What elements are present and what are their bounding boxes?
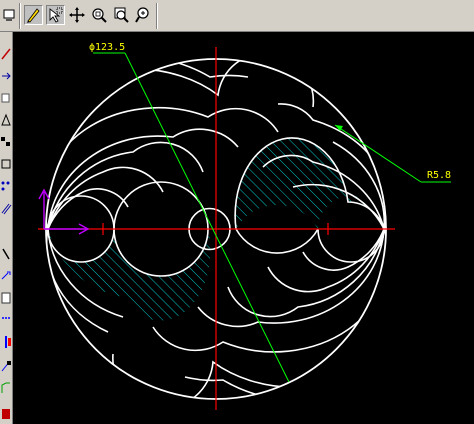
pencil-tool-button[interactable]	[24, 5, 43, 25]
stretch-tool-icon[interactable]	[0, 334, 12, 348]
zoom-window-icon	[92, 8, 107, 23]
grid-tool-icon[interactable]	[0, 134, 12, 148]
left-toolbar	[0, 32, 13, 424]
measure-tool-icon[interactable]	[0, 246, 12, 260]
page-tool-icon[interactable]	[0, 290, 12, 304]
explode-tool-icon[interactable]	[0, 406, 12, 420]
zoom-previous-icon	[114, 7, 129, 23]
move-tool-icon[interactable]	[0, 268, 12, 282]
zoom-realtime-button[interactable]	[134, 5, 153, 25]
select-tool-icon	[49, 7, 63, 23]
radius-label: R5.8	[427, 170, 451, 181]
top-toolbar	[0, 0, 474, 32]
toolbar-separator	[156, 3, 158, 29]
break-tool-icon[interactable]	[0, 358, 12, 372]
offset-tool-icon[interactable]	[0, 200, 12, 215]
drawing-canvas[interactable]: ϕ123.5 R5.8	[13, 32, 474, 424]
line-tool-icon[interactable]	[0, 46, 12, 60]
screen-icon[interactable]	[2, 5, 16, 25]
dots-tool-icon[interactable]	[0, 310, 12, 324]
zoom-window-button[interactable]	[90, 5, 109, 25]
canvas-background	[13, 32, 474, 424]
rectangle-tool-icon[interactable]	[0, 156, 12, 170]
toolbar-separator	[19, 3, 21, 29]
zoom-realtime-icon	[135, 7, 149, 23]
pan-tool-button[interactable]	[68, 5, 87, 25]
pencil-icon	[27, 8, 40, 23]
zoom-previous-button[interactable]	[112, 5, 131, 25]
copy-tool-icon[interactable]	[0, 90, 12, 104]
select-tool-button[interactable]	[46, 5, 65, 25]
diameter-label: ϕ123.5	[89, 42, 125, 53]
chamfer-tool-icon[interactable]	[0, 380, 12, 394]
array-tool-icon[interactable]	[0, 178, 12, 192]
arrow-tool-icon[interactable]	[0, 68, 12, 82]
pan-icon	[69, 7, 85, 23]
triangle-tool-icon[interactable]	[0, 112, 12, 126]
